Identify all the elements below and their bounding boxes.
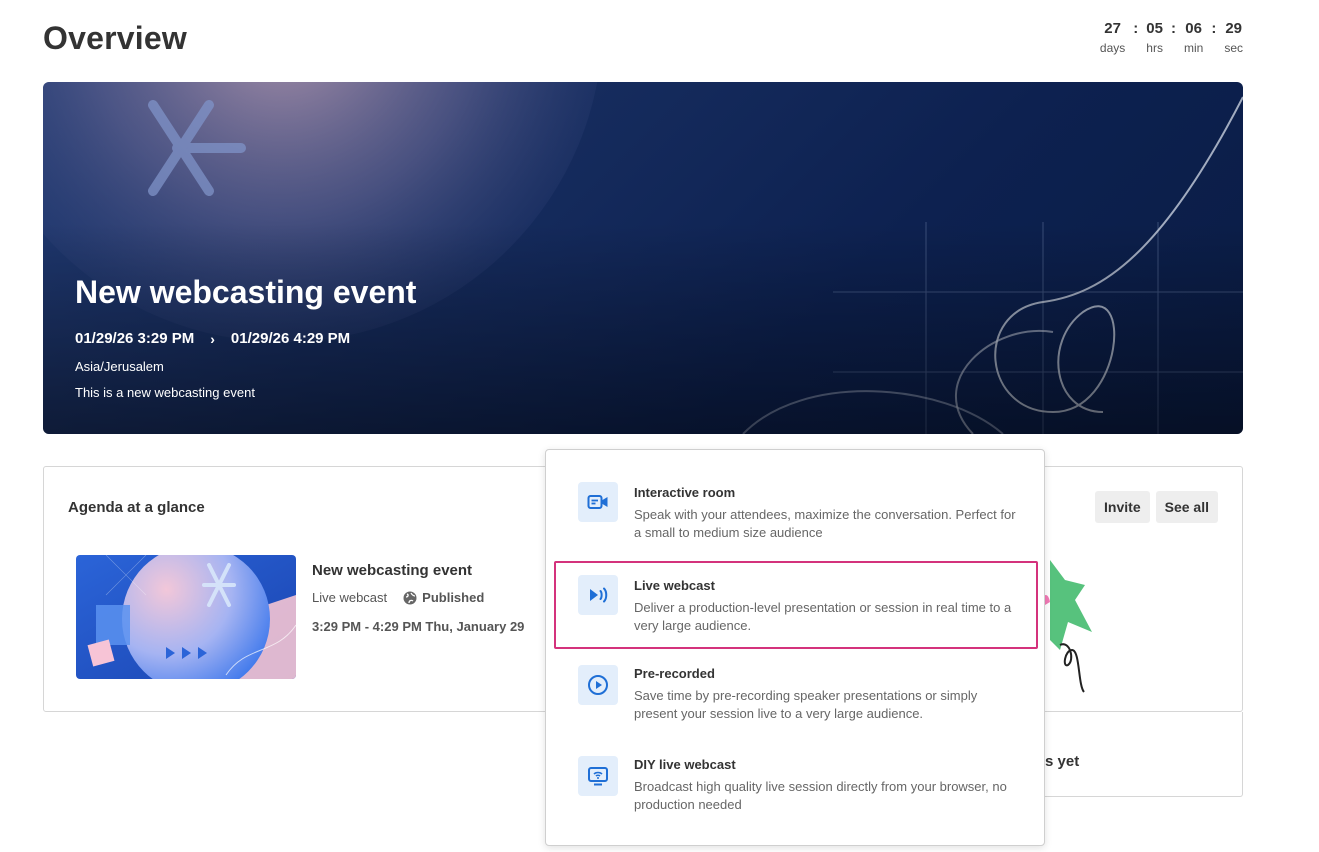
countdown-minutes-label: min [1183,41,1204,55]
event-timezone: Asia/Jerusalem [75,359,164,374]
agenda-title: Agenda at a glance [68,499,205,516]
menu-item-description: Speak with your attendees, maximize the … [634,507,1016,540]
event-start: 01/29/26 3:29 PM [75,330,195,347]
screen-cast-icon [578,756,618,796]
countdown-hours-label: hrs [1146,41,1163,55]
page-title: Overview [43,20,187,56]
broadcast-icon [578,575,618,615]
event-date-range: 01/29/26 3:29 PM › 01/29/26 4:29 PM [75,330,350,347]
session-status: Published [403,590,484,605]
menu-item-interactive-room[interactable]: Interactive room Speak with your attende… [554,458,1038,546]
menu-item-title: Pre-recorded [634,666,715,681]
menu-item-description: Broadcast high quality live session dire… [634,779,1007,812]
countdown-separator: : [1170,20,1176,37]
empty-state-illustration [1043,560,1092,693]
session-type: Live webcast [312,590,388,605]
countdown-hours: 05 hrs [1146,20,1163,56]
event-title: New webcasting event [75,274,417,310]
session-title[interactable]: New webcasting event [312,562,472,579]
menu-item-title: Live webcast [634,578,715,593]
empty-state-text: s yet [1045,753,1080,770]
countdown-seconds-label: sec [1224,41,1243,55]
session-thumbnail-illustration [76,555,296,679]
session-thumbnail[interactable] [76,555,296,679]
menu-item-live-webcast[interactable]: Live webcast Deliver a production-level … [554,561,1038,649]
session-status-label: Published [422,590,485,605]
countdown-minutes: 06 min [1184,20,1203,56]
menu-item-description: Deliver a production-level presentation … [634,600,1012,633]
session-type-menu: Interactive room Speak with your attende… [545,449,1045,846]
countdown-days-value: 27 [1104,20,1121,37]
countdown-hours-value: 05 [1146,20,1163,37]
menu-item-title: Interactive room [634,485,736,500]
event-description: This is a new webcasting event [75,385,255,400]
menu-item-pre-recorded[interactable]: Pre-recorded Save time by pre-recording … [554,649,1038,737]
menu-item-title: DIY live webcast [634,757,736,772]
agenda-actions: Invite See all [1095,491,1218,523]
chevron-right-icon: › [210,330,215,347]
session-time: 3:29 PM - 4:29 PM Thu, January 29 [312,619,525,634]
globe-icon [403,591,417,604]
event-hero-banner: New webcasting event 01/29/26 3:29 PM › … [43,82,1243,434]
see-all-button[interactable]: See all [1155,491,1218,523]
play-circle-icon [578,665,618,705]
menu-item-diy-live-webcast[interactable]: DIY live webcast Broadcast high quality … [554,740,1038,828]
countdown-days: 27 days [1100,20,1125,56]
event-end: 01/29/26 4:29 PM [230,330,351,347]
countdown-seconds: 29 sec [1224,20,1243,56]
countdown-separator: : [1133,20,1139,37]
invite-button[interactable]: Invite [1095,491,1150,523]
countdown-timer: 27 days : 05 hrs : 06 min : 29 sec [1100,20,1243,56]
countdown-seconds-value: 29 [1225,20,1242,37]
session-meta: Live webcast Published [312,590,484,605]
video-chat-icon [578,482,618,522]
countdown-days-label: days [1099,41,1126,55]
menu-item-description: Save time by pre-recording speaker prese… [634,688,978,721]
empty-state-card: s yet [1045,712,1243,797]
countdown-separator: : [1211,20,1217,37]
countdown-minutes-value: 06 [1185,20,1202,37]
